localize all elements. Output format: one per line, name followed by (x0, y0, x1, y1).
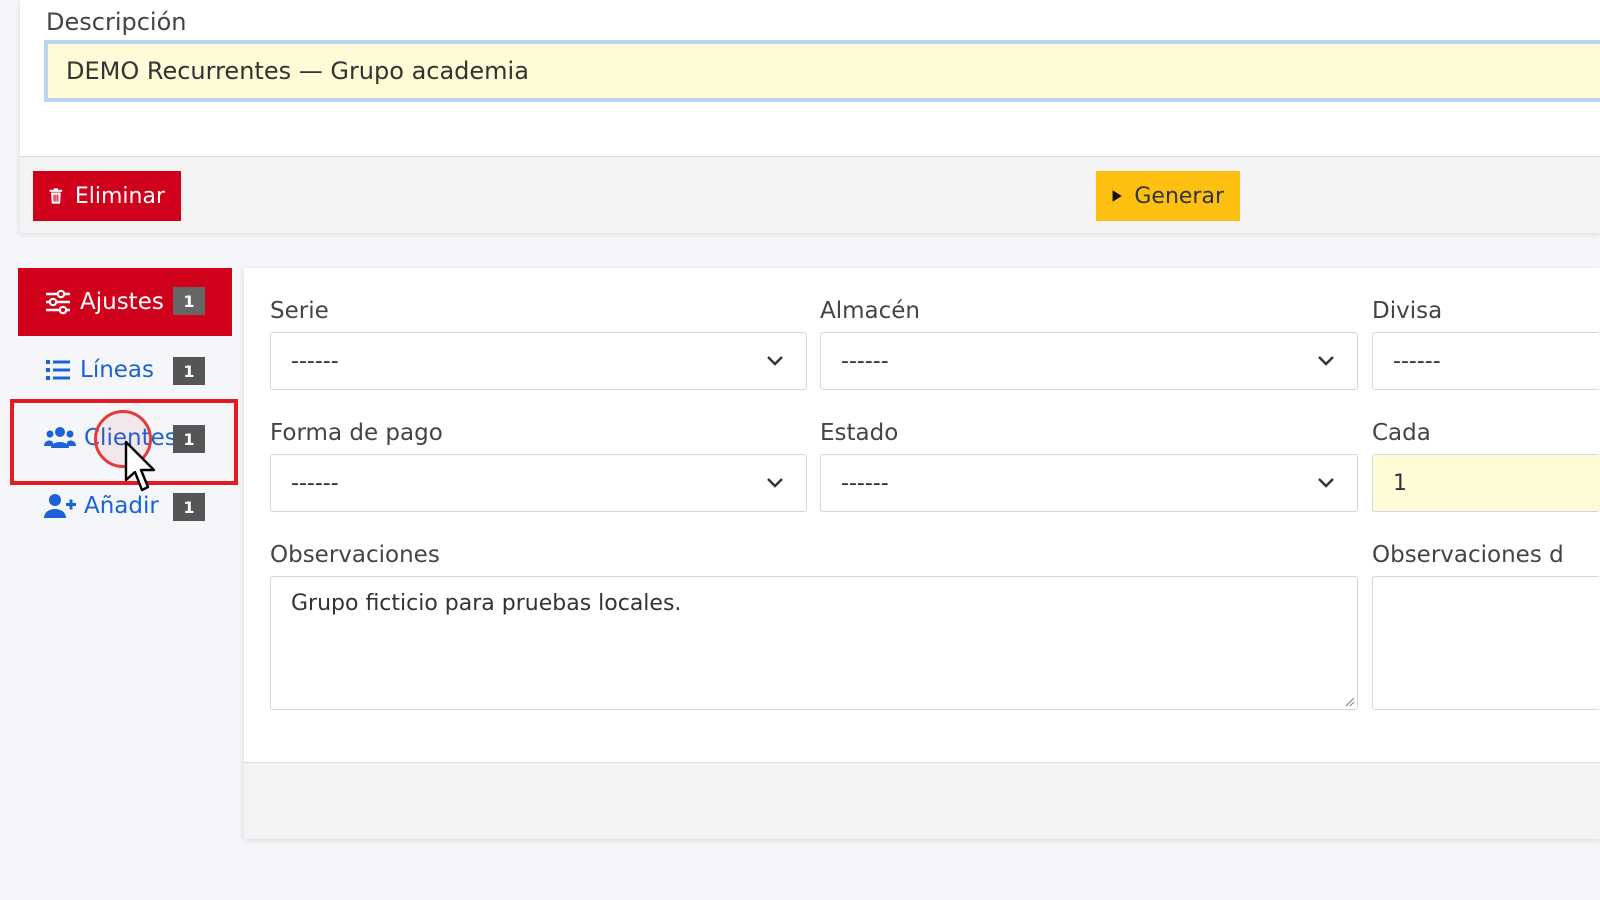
serie-select[interactable]: ------ (270, 332, 807, 390)
cada-label: Cada (1372, 420, 1431, 446)
count-badge: 1 (173, 493, 205, 521)
sidebar-item-label: Añadir (84, 493, 159, 519)
list-icon (46, 360, 70, 380)
forma-pago-select[interactable]: ------ (270, 454, 807, 512)
count-badge: 1 (173, 287, 205, 315)
sidebar-item-lineas[interactable]: Líneas 1 (18, 336, 232, 404)
user-plus-icon (44, 494, 76, 518)
almacen-label: Almacén (820, 298, 920, 324)
estado-select[interactable]: ------ (820, 454, 1358, 512)
count-badge: 1 (173, 425, 205, 453)
divisa-select[interactable]: ------ (1372, 332, 1600, 390)
delete-button-label: Eliminar (74, 183, 165, 209)
divisa-value: ------ (1393, 348, 1441, 374)
sidebar-item-ajustes[interactable]: Ajustes 1 (18, 268, 232, 336)
chevron-down-icon (1318, 478, 1334, 488)
header-card-footer: Eliminar Generar (20, 156, 1600, 233)
chevron-down-icon (767, 356, 783, 366)
almacen-select[interactable]: ------ (820, 332, 1358, 390)
sidebar-item-label: Líneas (80, 357, 155, 383)
resize-handle-icon[interactable] (1343, 695, 1355, 707)
panel-footer (244, 762, 1600, 839)
observaciones-label: Observaciones (270, 542, 440, 568)
chevron-down-icon (767, 478, 783, 488)
estado-value: ------ (841, 470, 889, 496)
observaciones-d-textarea[interactable] (1372, 576, 1600, 710)
play-icon (1112, 190, 1122, 202)
sidebar-item-label: Ajustes (80, 289, 164, 315)
estado-label: Estado (820, 420, 899, 446)
sidebar-item-clientes[interactable]: Clientes 1 (18, 404, 232, 472)
sidebar-item-label: Clientes (84, 425, 177, 451)
chevron-down-icon (1318, 356, 1334, 366)
trash-icon (49, 188, 63, 204)
sidebar-item-anadir[interactable]: Añadir 1 (18, 472, 232, 540)
delete-button[interactable]: Eliminar (33, 171, 181, 221)
cada-input[interactable] (1372, 454, 1600, 512)
serie-label: Serie (270, 298, 329, 324)
header-card: Descripción Eliminar Generar (20, 0, 1600, 233)
observaciones-value: Grupo ficticio para pruebas locales. (291, 591, 682, 616)
observaciones-textarea[interactable]: Grupo ficticio para pruebas locales. (270, 576, 1358, 710)
serie-value: ------ (291, 348, 339, 374)
sidebar-nav: Ajustes 1 Líneas 1 Clientes 1 Añadir 1 (18, 268, 232, 540)
sliders-icon (46, 289, 70, 315)
forma-pago-label: Forma de pago (270, 420, 443, 446)
settings-panel: Serie ------ Almacén ------ Divisa -----… (244, 268, 1600, 839)
observaciones-d-label: Observaciones d (1372, 542, 1564, 568)
almacen-value: ------ (841, 348, 889, 374)
generate-button-label: Generar (1134, 183, 1224, 209)
description-input[interactable] (44, 40, 1600, 102)
generate-button[interactable]: Generar (1096, 171, 1240, 221)
forma-pago-value: ------ (291, 470, 339, 496)
divisa-label: Divisa (1372, 298, 1443, 324)
users-icon (44, 427, 76, 448)
description-label: Descripción (46, 8, 187, 36)
count-badge: 1 (173, 357, 205, 385)
